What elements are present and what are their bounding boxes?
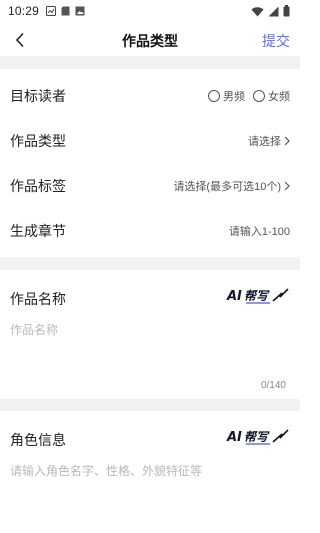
chapters-placeholder: 请输入1-100 [228, 226, 290, 238]
section-divider [0, 399, 300, 411]
work-type-select-text: 请选择 [248, 136, 281, 148]
chapters-label: 生成章节 [10, 223, 66, 239]
chevron-right-icon [284, 181, 290, 191]
page-title: 作品类型 [122, 33, 178, 49]
nav-bar: 作品类型 提交 [0, 22, 300, 56]
radio-circle-icon [253, 90, 265, 102]
status-icons-right [251, 5, 290, 17]
work-type-value: 请选择 [248, 133, 290, 149]
work-name-counter: 0/140 [260, 380, 286, 391]
submit-button[interactable]: 提交 [262, 31, 290, 51]
reader-options: 男频 女频 [200, 88, 290, 104]
status-bar: 10:29 [0, 0, 300, 22]
ai-write-icon: AI 帮写 [226, 288, 289, 304]
svg-text:帮写: 帮写 [244, 430, 270, 444]
svg-text:帮写: 帮写 [244, 289, 270, 303]
ai-write-icon: AI 帮写 [226, 429, 289, 445]
section-divider [0, 56, 300, 69]
work-tags-row[interactable]: 作品标签 请选择(最多可选10个) [0, 163, 300, 209]
section-divider [0, 257, 300, 270]
ai-write-logo[interactable]: AI 帮写 [226, 284, 292, 311]
ai-write-logo[interactable]: AI 帮写 [226, 425, 292, 452]
chapters-input[interactable]: 请输入1-100 [229, 223, 290, 239]
status-time: 10:29 [8, 4, 40, 18]
status-icons-left [46, 6, 85, 16]
work-type-row[interactable]: 作品类型 请选择 [0, 118, 300, 164]
work-tags-label: 作品标签 [10, 178, 66, 194]
work-name-title: 作品名称 [10, 291, 66, 307]
role-info-title: 角色信息 [10, 432, 66, 448]
target-reader-row: 目标读者 男频 女频 [0, 73, 300, 119]
signal-icon [268, 6, 279, 16]
svg-text:AI: AI [226, 430, 242, 445]
work-type-label: 作品类型 [10, 133, 66, 149]
sd-card-icon [61, 6, 70, 16]
chapters-row: 生成章节 请输入1-100 [0, 208, 300, 254]
radio-male[interactable]: 男频 [208, 88, 245, 104]
photo-icon [75, 6, 85, 16]
chevron-right-icon [284, 136, 290, 146]
work-name-input[interactable]: 作品名称 [10, 321, 58, 338]
radio-female-label: 女频 [268, 91, 290, 103]
wifi-icon [251, 6, 264, 16]
svg-text:AI: AI [226, 289, 242, 304]
radio-male-label: 男频 [223, 91, 245, 103]
gallery-icon [46, 6, 57, 16]
target-reader-label: 目标读者 [10, 88, 66, 104]
work-tags-select-text: 请选择(最多可选10个) [173, 181, 281, 193]
battery-icon [283, 5, 290, 17]
work-tags-value: 请选择(最多可选10个) [173, 178, 290, 194]
radio-female[interactable]: 女频 [253, 88, 290, 104]
radio-circle-icon [208, 90, 220, 102]
role-info-input[interactable]: 请输入角色名字、性格、外貌特征等 [10, 462, 202, 479]
